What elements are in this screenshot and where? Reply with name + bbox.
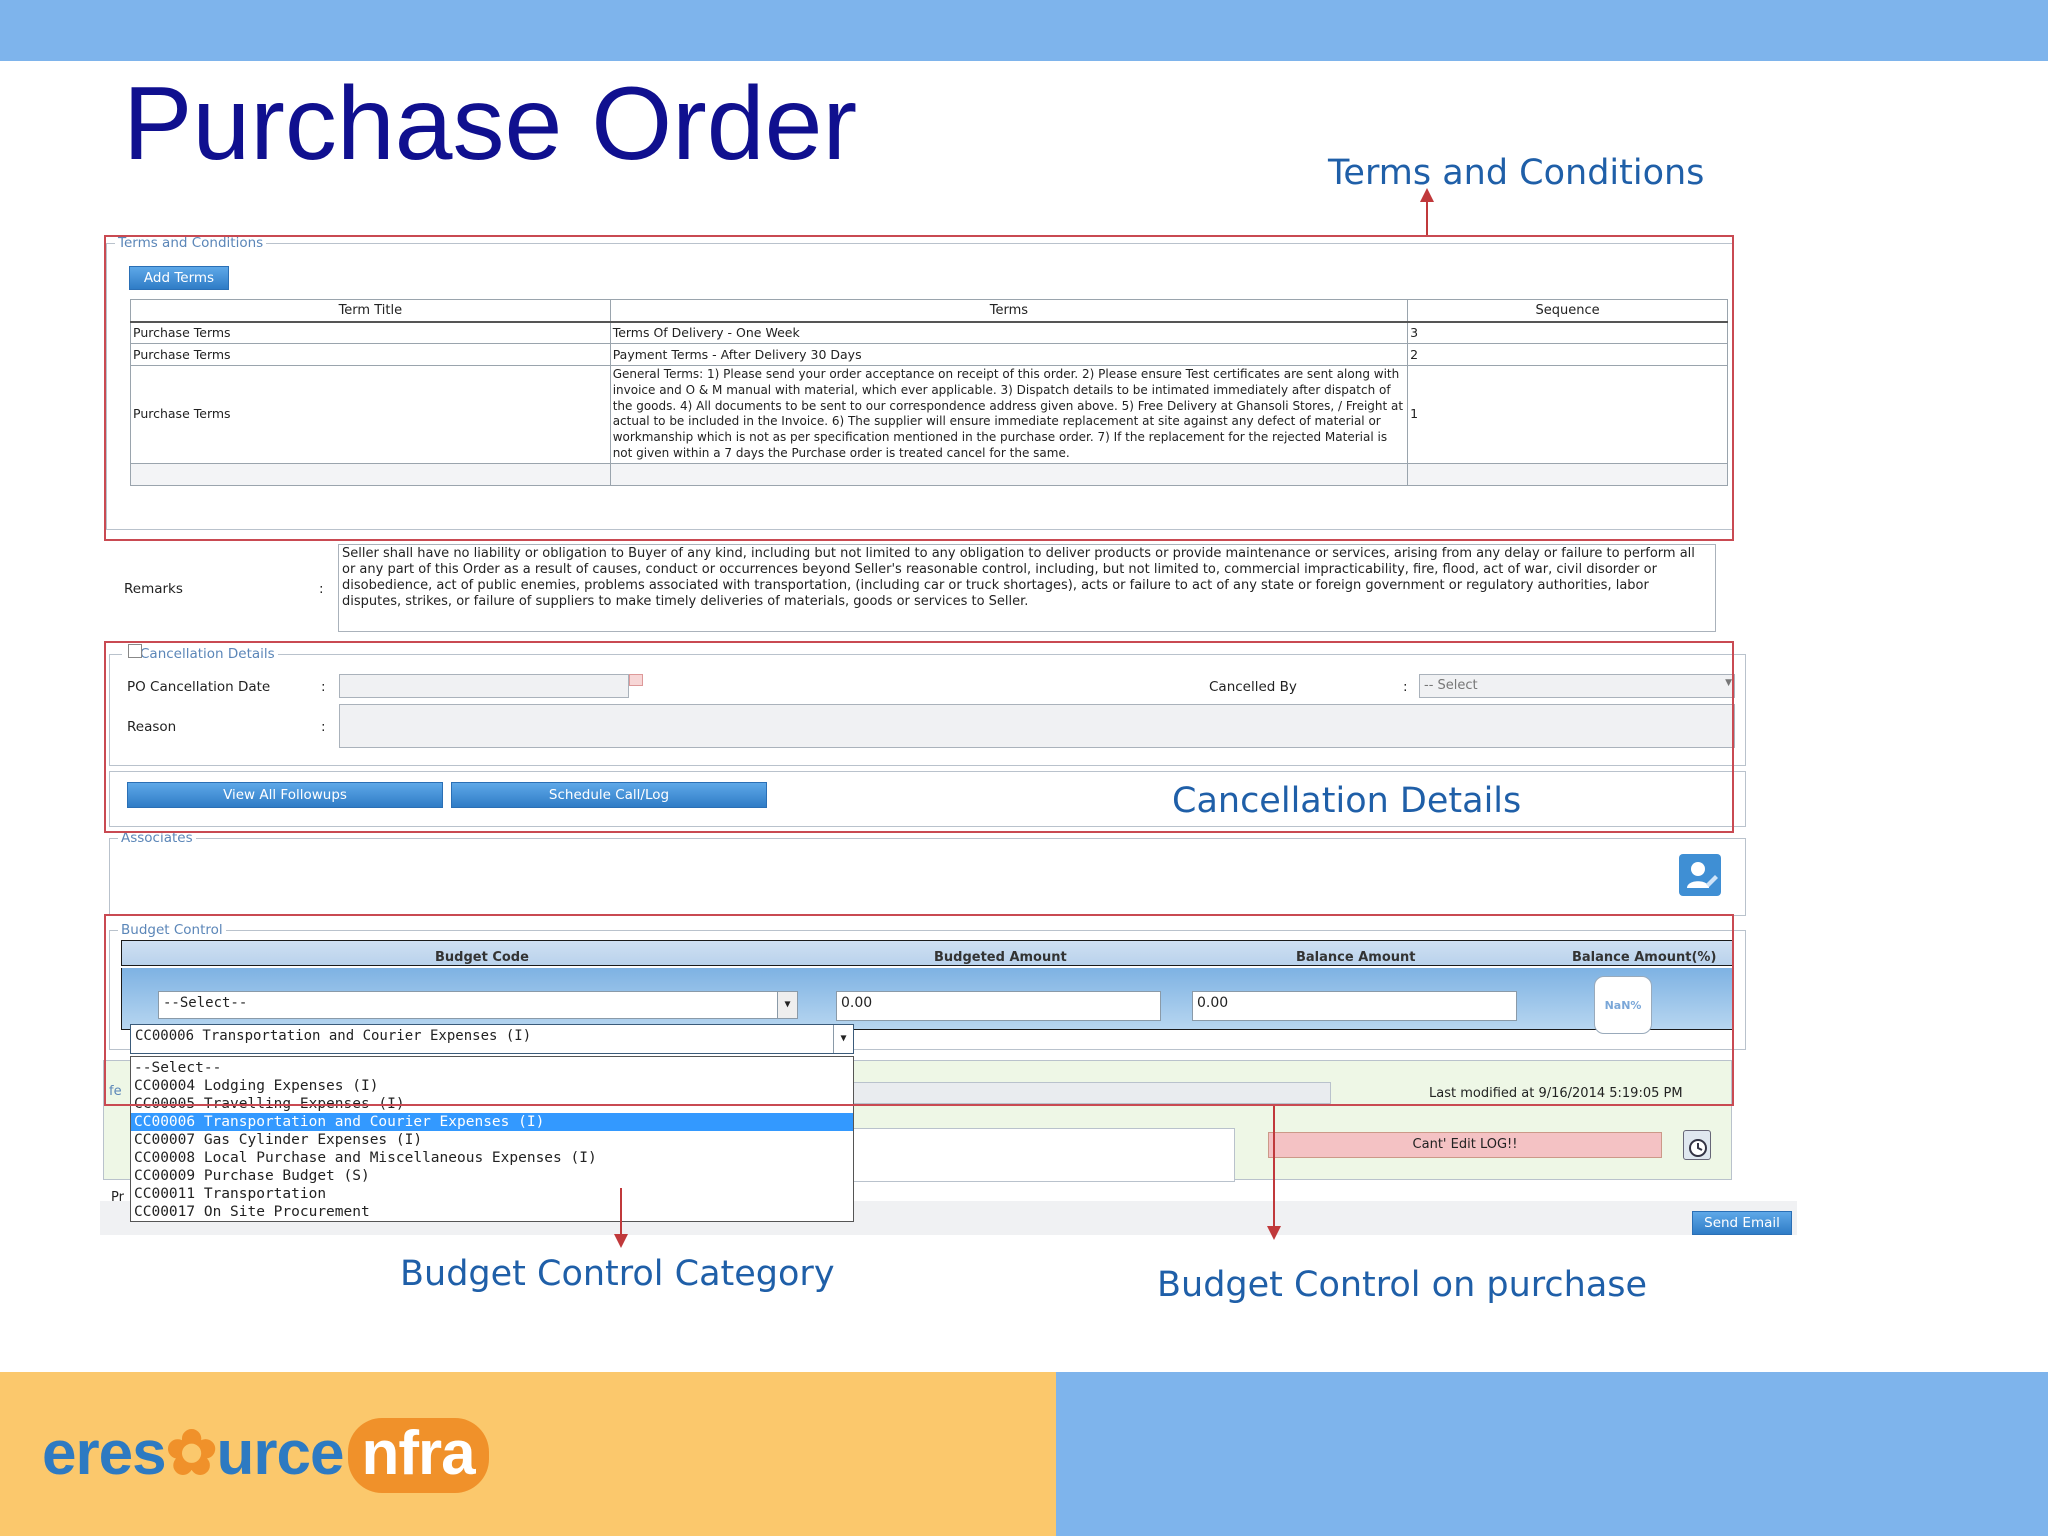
calendar-icon[interactable] [629,674,643,686]
budgeted-amount-input[interactable]: 0.00 [836,991,1161,1021]
add-associate-icon[interactable] [1679,854,1721,896]
send-email-button[interactable]: Send Email [1692,1211,1792,1235]
associates-legend: Associates [118,830,196,846]
reason-label: Reason [127,719,177,735]
table-row[interactable]: Purchase Terms Payment Terms - After Del… [130,343,1728,366]
callout-budget-purchase-arrow [1273,1106,1275,1230]
balance-percent-badge: NaN% [1594,976,1652,1034]
slide-title: Purchase Order [123,66,858,182]
budget-col-header: Balance Amount [1296,950,1416,965]
budget-col-header: Balance Amount(%) [1572,950,1717,965]
empty-cell [130,462,611,486]
log-partial-label: fe [109,1084,122,1099]
cancelled-by-label: Cancelled By [1209,679,1297,695]
eresource-logo: eres✿urce nfra [42,1416,489,1493]
logo-text: eres [42,1419,167,1488]
table-row [130,462,1728,486]
footer-right-band [1056,1372,2048,1536]
po-cancellation-date-label: PO Cancellation Date [127,679,271,695]
cancelled-by-colon: : [1403,679,1408,695]
dropdown-option[interactable]: CC00009 Purchase Budget (S) [131,1167,853,1185]
dropdown-option[interactable]: CC00017 On Site Procurement [131,1203,853,1221]
budget-code-dropdown[interactable]: --Select-- CC00004 Lodging Expenses (I) … [130,1056,854,1222]
sequence-cell: 2 [1407,343,1728,366]
add-terms-button[interactable]: Add Terms [129,266,229,290]
budget-code-value: --Select-- [163,995,248,1011]
po-screen: Terms and Conditions Add Terms Term Titl… [100,234,1800,1235]
terms-cell: Terms Of Delivery - One Week [609,321,1409,344]
cancellation-legend: Cancellation Details [122,646,278,662]
sequence-cell: 1 [1407,365,1728,464]
top-band [0,0,2048,61]
callout-budget-category-arrowhead [614,1234,628,1248]
reason-textarea[interactable] [339,704,1735,748]
cancelled-by-select[interactable]: -- Select ▼ [1419,674,1735,698]
empty-cell [609,462,1409,486]
cancelled-by-value: -- Select [1424,678,1478,693]
callout-budget-category: Budget Control Category [400,1254,835,1294]
budget-col-header: Budgeted Amount [934,950,1067,965]
callout-terms: Terms and Conditions [1328,153,1705,193]
term-title-cell: Purchase Terms [130,321,611,344]
remarks-colon: : [319,581,324,597]
callout-budget-category-arrow [620,1188,622,1238]
dropdown-option[interactable]: --Select-- [131,1059,853,1077]
chevron-down-icon: ▼ [833,1025,853,1053]
date-colon: : [321,679,326,695]
table-row[interactable]: Purchase Terms Terms Of Delivery - One W… [130,321,1728,344]
cant-edit-log-button[interactable]: Cant' Edit LOG!! [1268,1132,1662,1158]
terms-cell: Payment Terms - After Delivery 30 Days [609,343,1409,366]
table-row[interactable]: Purchase Terms General Terms: 1) Please … [130,365,1728,464]
dropdown-option-selected[interactable]: CC00006 Transportation and Courier Expen… [131,1113,853,1131]
dropdown-option[interactable]: CC00005 Travelling Expenses (I) [131,1095,853,1113]
terms-col-header: Term Title [130,299,611,323]
logo-text-nfra: nfra [347,1418,489,1493]
budget-header-row [121,940,1733,966]
terms-legend: Terms and Conditions [115,235,267,251]
budget-col-header: Budget Code [435,950,529,965]
sequence-cell: 3 [1407,321,1728,344]
remarks-label: Remarks [124,581,183,597]
open-select-value: CC00006 Transportation and Courier Expen… [135,1028,532,1044]
po-cancellation-date-input[interactable] [339,674,629,698]
associates-fieldset: Associates [109,830,1746,916]
callout-cancellation: Cancellation Details [1172,781,1522,821]
last-modified-text: Last modified at 9/16/2014 5:19:05 PM [1429,1086,1683,1101]
callout-terms-arrow [1426,198,1428,235]
budget-code-select-open[interactable]: CC00006 Transportation and Courier Expen… [130,1024,854,1054]
schedule-call-log-button[interactable]: Schedule Call/Log [451,782,767,808]
callout-budget-purchase-arrowhead [1267,1226,1281,1240]
dropdown-option[interactable]: CC00007 Gas Cylinder Expenses (I) [131,1131,853,1149]
chevron-down-icon: ▼ [1725,678,1732,688]
terms-col-header: Terms [609,299,1409,323]
cancellation-checkbox[interactable] [128,644,142,658]
clock-log-icon[interactable] [1683,1130,1711,1160]
callout-budget-purchase: Budget Control on purchase [1157,1265,1648,1305]
balance-amount-input[interactable]: 0.00 [1192,991,1517,1021]
view-all-followups-button[interactable]: View All Followups [127,782,443,808]
dropdown-option[interactable]: CC00004 Lodging Expenses (I) [131,1077,853,1095]
chevron-down-icon: ▼ [777,992,797,1018]
budget-legend: Budget Control [118,922,226,938]
logo-leaf-icon: ✿ [165,1419,218,1488]
remarks-textarea[interactable]: Seller shall have no liability or obliga… [338,544,1716,632]
empty-cell [1407,462,1728,486]
reason-colon: : [321,719,326,735]
dropdown-option[interactable]: CC00011 Transportation [131,1185,853,1203]
logo-text: urce [216,1419,345,1488]
terms-cell: General Terms: 1) Please send your order… [609,365,1409,464]
dropdown-option[interactable]: CC00008 Local Purchase and Miscellaneous… [131,1149,853,1167]
terms-table: Term Title Terms Sequence Purchase Terms… [130,299,1728,486]
budget-code-select[interactable]: --Select-- ▼ [158,991,798,1019]
term-title-cell: Purchase Terms [130,365,611,464]
terms-col-header: Sequence [1407,299,1728,323]
term-title-cell: Purchase Terms [130,343,611,366]
callout-terms-arrowhead [1420,188,1434,202]
